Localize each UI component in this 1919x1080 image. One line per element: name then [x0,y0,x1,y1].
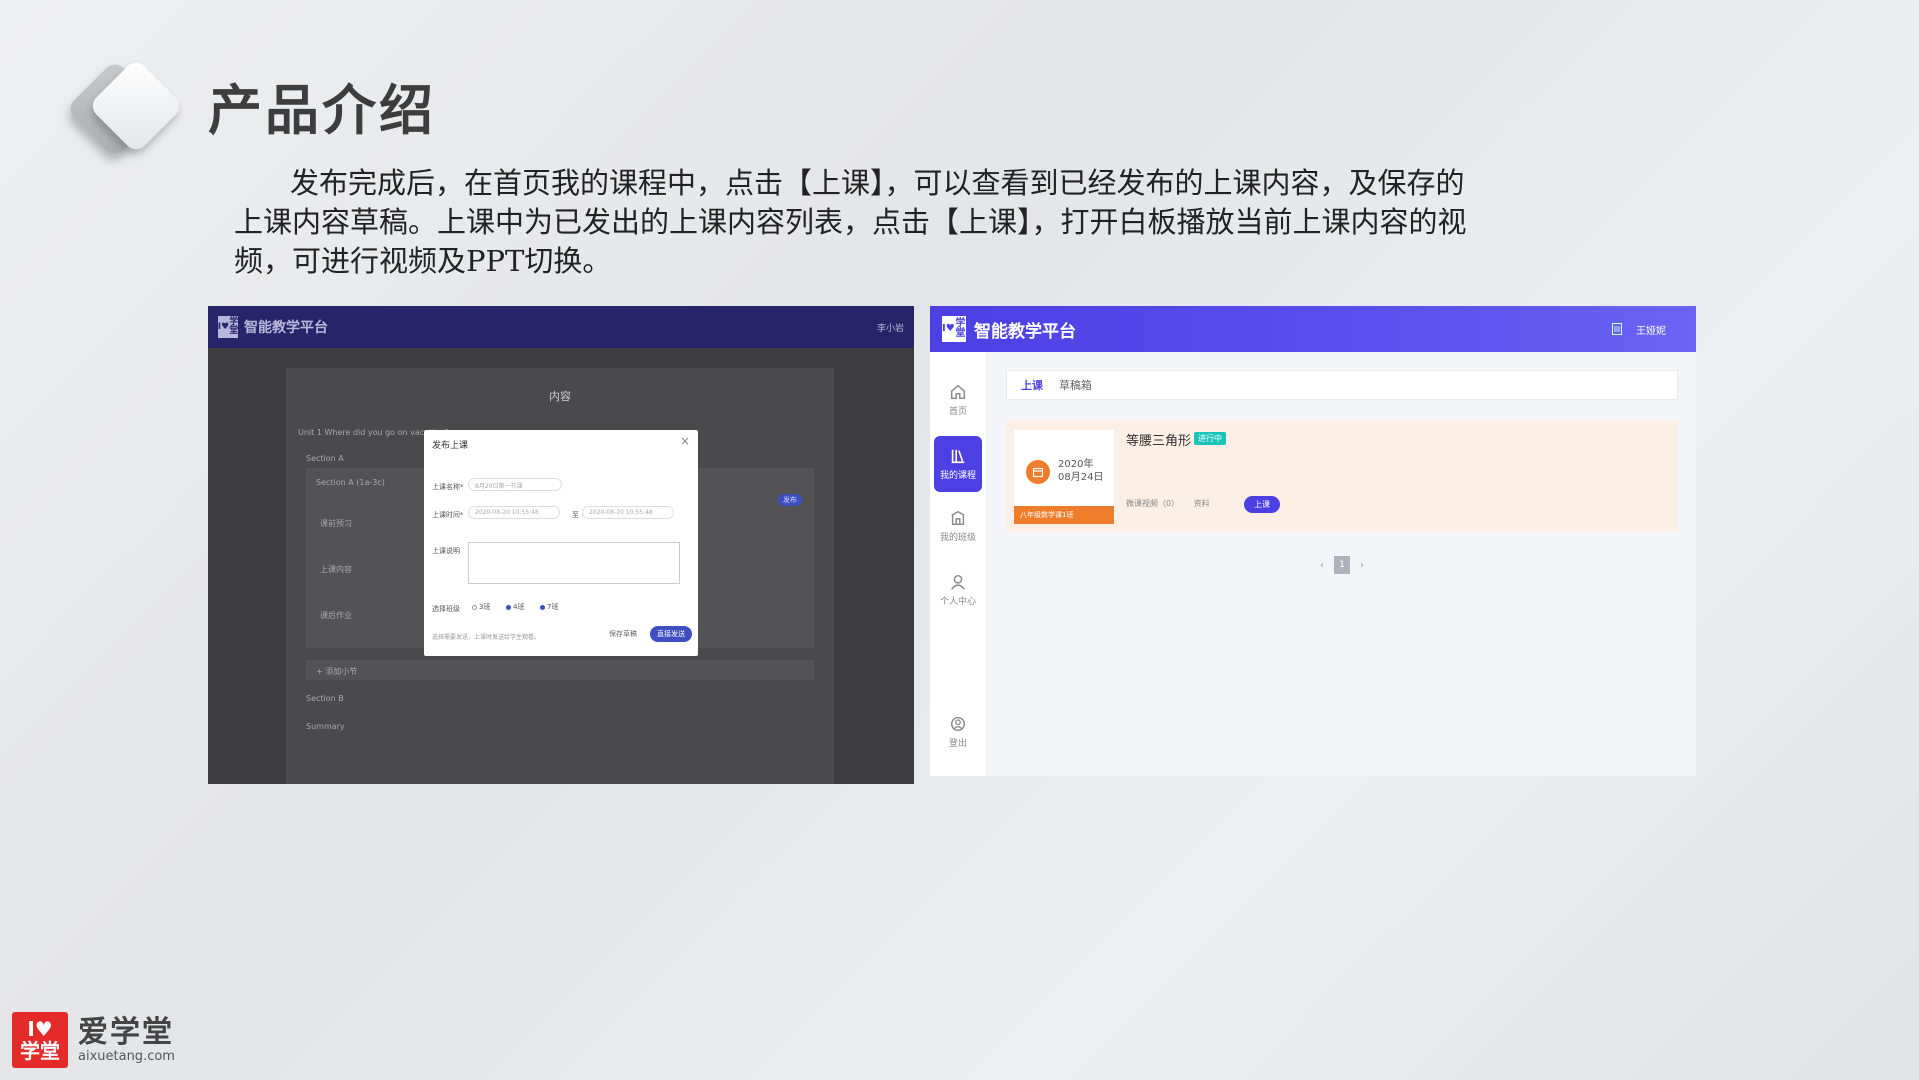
screenshot-class-list: I♥ 学堂 智能教学平台 ▤ 王娅妮 首页 我的课程 我的班级 个人中心 登出 上… [930,306,1696,776]
tab-bar: 上课 草稿箱 [1006,370,1678,400]
screenshot-publish-dialog: I♥ 学堂 智能教学平台 李小岩 内容 Unit 1 Where did you … [208,306,914,784]
slide-description: 发布完成后，在首页我的课程中，点击【上课】，可以查看到已经发布的上课内容，及保存… [234,164,1614,281]
end-time-input[interactable]: 2020-08-20 10:55:48 [582,506,674,519]
diamond-decoration [65,57,185,168]
main-content: 上课 草稿箱 2020年 08月24日 八年级数学课1班 等腰三角形 进行中 微课… [1006,370,1678,574]
sidebar-item-profile[interactable]: 个人中心 [934,562,982,618]
start-class-button[interactable]: 上课 [1244,496,1280,513]
course-title: 等腰三角形 [1126,434,1192,449]
course-card[interactable]: 2020年 08月24日 八年级数学课1班 等腰三角形 进行中 微课视频（0） 资… [1006,420,1678,532]
save-draft-button[interactable]: 保存草稿 [602,626,644,642]
page-number[interactable]: 1 [1334,556,1350,574]
class-tag: 八年级数学课1班 [1014,506,1114,524]
left-logo: I♥ 学堂 [217,316,239,338]
sidebar-item-my-courses[interactable]: 我的课程 [934,436,982,492]
notification-icon[interactable]: ▤ [1612,323,1622,335]
brand-url: aixuetang.com [78,1048,175,1064]
tab-drafts[interactable]: 草稿箱 [1059,377,1092,393]
sidebar: 首页 我的课程 我的班级 个人中心 登出 [930,352,986,776]
modal-title: 发布上课 [432,441,469,451]
pagination: ‹ 1 › [1006,556,1678,574]
footer-logo: I♥ 学堂 爱学堂 aixuetang.com [12,1012,175,1068]
sidebar-item-my-classes[interactable]: 我的班级 [934,498,982,554]
desc-line-3: 频，可进行视频及PPT切换。 [234,244,612,278]
left-brand: 智能教学平台 [244,320,328,336]
publish-badge[interactable]: 发布 [778,494,802,506]
sidebar-item-home[interactable]: 首页 [934,372,982,428]
course-meta: 微课视频（0） 资料 [1126,498,1222,509]
class-select-label: 选择班级 [432,605,460,613]
sidebar-item-logout[interactable]: 登出 [934,704,982,760]
right-brand: 智能教学平台 [974,321,1076,342]
material-link[interactable]: 资料 [1194,499,1210,508]
video-count[interactable]: 微课视频（0） [1126,499,1179,508]
time-to-label: 至 [572,511,579,519]
right-topbar: I♥ 学堂 智能教学平台 ▤ 王娅妮 [930,306,1696,352]
publish-modal: 发布上课 × 上课名称* 8月20日第一节课 上课时间* 2020-08-20 … [424,430,698,656]
row-preview: 课前预习 [320,519,352,528]
section-a-sub[interactable]: Section A (1a-3c) [316,478,385,487]
desc-label: 上课说明 [432,547,460,555]
left-topbar: I♥ 学堂 智能教学平台 李小岩 [208,306,914,348]
calendar-icon [1026,460,1050,484]
class-option-3[interactable]: 3班 [472,602,490,612]
left-user-name[interactable]: 李小岩 [877,321,904,334]
desc-line-1: 发布完成后，在首页我的课程中，点击【上课】，可以查看到已经发布的上课内容，及保存… [290,166,1465,200]
add-subsection-link[interactable]: + 添加小节 [316,666,357,677]
class-description-textarea[interactable] [468,542,680,584]
slide-title: 产品介绍 [208,79,436,142]
home-icon [950,384,966,400]
brand-mark: I♥ 学堂 [12,1012,68,1068]
panel-title: 内容 [549,390,571,403]
school-icon [951,510,965,526]
summary[interactable]: Summary [306,722,345,731]
start-time-input[interactable]: 2020-08-20 10:55:48 [468,506,560,519]
tab-class[interactable]: 上课 [1021,377,1043,393]
right-user-name[interactable]: 王娅妮 [1636,322,1666,337]
user-icon [951,574,965,590]
brand-name: 爱学堂 [78,1014,174,1050]
add-sub-row [306,660,814,680]
brand-text: 爱学堂 aixuetang.com [78,1014,175,1064]
time-label: 上课时间* [432,511,464,519]
books-icon [951,449,965,464]
next-page-icon[interactable]: › [1360,560,1364,571]
course-cover: 2020年 08月24日 八年级数学课1班 [1014,430,1114,524]
class-option-7[interactable]: 7班 [540,602,558,612]
class-name-input[interactable]: 8月20日第一节课 [468,478,562,491]
class-option-4[interactable]: 4班 [506,602,524,612]
publish-button[interactable]: 直接发送 [650,626,692,642]
status-badge: 进行中 [1194,432,1226,445]
logout-icon [950,716,966,732]
close-icon[interactable]: × [680,434,690,448]
section-b[interactable]: Section B [306,694,344,703]
name-label: 上课名称* [432,483,464,491]
row-content: 上课内容 [320,565,352,574]
course-date: 2020年 08月24日 [1058,459,1104,483]
row-homework: 课后作业 [320,611,352,620]
desc-line-2: 上课内容草稿。上课中为已发出的上课内容列表，点击【上课】，打开白板播放当前上课内… [234,205,1467,239]
modal-note: 选择需要发送，上课时发送给学生观看。 [432,634,541,641]
prev-page-icon[interactable]: ‹ [1320,560,1324,571]
section-a[interactable]: Section A [306,454,344,463]
right-logo: I♥ 学堂 [942,316,966,342]
